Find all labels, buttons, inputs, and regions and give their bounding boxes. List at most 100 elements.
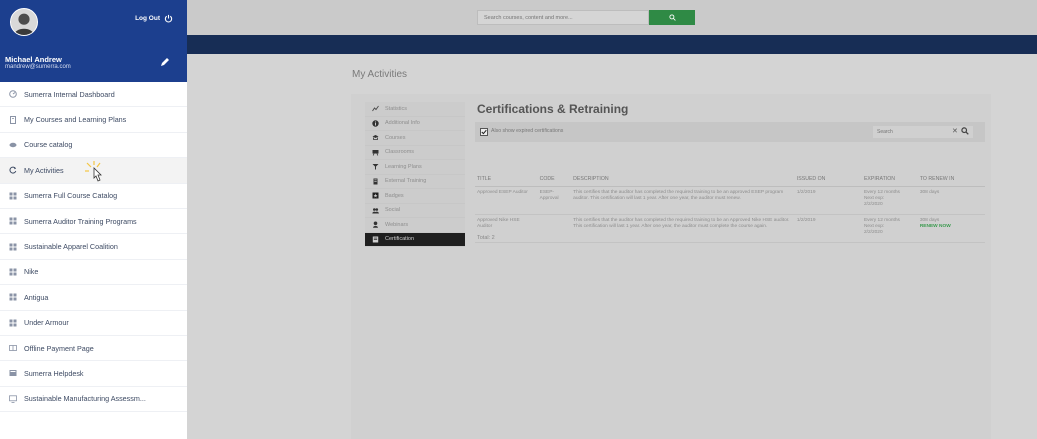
subnav-label: Learning Plans — [385, 163, 422, 170]
avatar[interactable] — [10, 8, 38, 36]
catalog-icon — [6, 141, 20, 149]
sidebar-item-label: Sumerra Full Course Catalog — [24, 191, 118, 201]
pencil-icon[interactable] — [160, 57, 170, 67]
user-name: Michael Andrew — [5, 55, 62, 64]
sidebar-nav: Sumerra Internal Dashboard My Courses an… — [0, 82, 187, 413]
sidebar-item-my-courses[interactable]: My Courses and Learning Plans — [0, 107, 187, 133]
learning-plan-icon — [370, 163, 380, 170]
column-header-description[interactable]: DESCRIPTION — [571, 172, 795, 187]
column-header-expiration[interactable]: EXPIRATION — [861, 172, 918, 187]
sidebar-item-label: Sustainable Apparel Coalition — [24, 242, 118, 252]
column-header-to-renew-in[interactable]: TO RENEW IN — [917, 172, 985, 187]
search-icon[interactable] — [961, 127, 969, 135]
grid-icon — [6, 319, 20, 327]
sidebar-item-label: Sustainable Manufacturing Assessm... — [24, 394, 146, 404]
sidebar-item-course-catalog[interactable]: Course catalog — [0, 133, 187, 159]
clear-search-icon[interactable]: ✕ — [952, 127, 958, 135]
sidebar-item-my-activities[interactable]: My Activities — [0, 158, 187, 184]
sidebar-item-label: Sumerra Helpdesk — [24, 368, 84, 378]
certification-search-input[interactable] — [873, 126, 973, 138]
sidebar-item-label: Sumerra Internal Dashboard — [24, 89, 115, 99]
grid-icon — [6, 243, 20, 251]
sidebar-item-label: My Courses and Learning Plans — [24, 115, 127, 125]
cell-code — [537, 214, 572, 243]
grid-icon — [6, 268, 20, 276]
global-search-input[interactable] — [477, 10, 649, 25]
payment-icon — [6, 344, 20, 352]
webinar-icon — [370, 221, 380, 229]
hand-pointer-icon — [85, 161, 102, 182]
subnav-label: Webinars — [385, 221, 409, 228]
activities-subnav: Statistics Additional Info Courses Class… — [365, 102, 465, 247]
subnav-label: External Training — [385, 178, 427, 185]
column-header-issued-on[interactable]: ISSUED ON — [794, 172, 862, 187]
sidebar: Log Out Michael Andrew mandrew@sumerra.c… — [0, 0, 187, 439]
tab-courses[interactable]: Courses — [365, 131, 465, 146]
sidebar-item-sustainable-manufacturing[interactable]: Sustainable Manufacturing Assessm... — [0, 387, 187, 413]
sidebar-item-label: Nike — [24, 267, 39, 277]
power-icon — [164, 14, 173, 23]
column-header-title[interactable]: TITLE — [475, 172, 538, 187]
tab-social[interactable]: Social — [365, 203, 465, 218]
badge-icon — [370, 192, 380, 199]
main-content: My Activities Statistics Additional Info… — [187, 54, 1037, 439]
tab-classrooms[interactable]: Classrooms — [365, 145, 465, 160]
sidebar-item-helpdesk[interactable]: Sumerra Helpdesk — [0, 361, 187, 387]
expiration-frequency: Every 12 months — [863, 189, 900, 195]
sidebar-item-offline-payment[interactable]: Offline Payment Page — [0, 336, 187, 362]
cell-expiration: Every 12 months Next exp: 2/2/2020 — [861, 214, 918, 243]
dashboard-icon — [6, 90, 20, 98]
top-bar — [187, 0, 1037, 35]
helpdesk-icon — [6, 369, 20, 377]
sidebar-item-dashboard[interactable]: Sumerra Internal Dashboard — [0, 82, 187, 108]
certifications-table: TITLE CODE DESCRIPTION ISSUED ON EXPIRAT… — [475, 172, 985, 243]
tab-webinars[interactable]: Webinars — [365, 218, 465, 233]
cell-description: This certifies that the auditor has comp… — [571, 186, 795, 215]
sidebar-item-auditor-training[interactable]: Sumerra Auditor Training Programs — [0, 209, 187, 235]
sidebar-item-full-course-catalog[interactable]: Sumerra Full Course Catalog — [0, 184, 187, 209]
tab-badges[interactable]: Badges — [365, 189, 465, 204]
tab-learning-plans[interactable]: Learning Plans — [365, 160, 465, 175]
cell-code: ESEP-Approval — [537, 186, 572, 215]
cell-issued-on: 1/2/2019 — [794, 186, 862, 215]
column-header-code[interactable]: CODE — [537, 172, 572, 187]
sidebar-item-sustainable-apparel[interactable]: Sustainable Apparel Coalition — [0, 234, 187, 260]
expiration-date: 2/2/2020 — [863, 229, 883, 235]
subnav-label: Certification — [385, 236, 415, 243]
sidebar-item-label: Sumerra Auditor Training Programs — [24, 216, 137, 226]
page-title: My Activities — [352, 69, 408, 80]
checkmark-icon — [481, 129, 487, 135]
logout-button[interactable]: Log Out — [135, 14, 173, 23]
social-icon — [370, 207, 380, 214]
subnav-label: Social — [385, 207, 400, 214]
sidebar-item-under-armour[interactable]: Under Armour — [0, 311, 187, 336]
filter-bar: Also show expired certifications ✕ — [475, 122, 985, 142]
tab-additional-info[interactable]: Additional Info — [365, 116, 465, 131]
show-expired-checkbox[interactable] — [480, 128, 488, 136]
cell-expiration: Every 12 months Next exp: 2/2/2020 — [861, 186, 918, 215]
show-expired-label: Also show expired certifications — [491, 128, 564, 134]
sidebar-item-antigua[interactable]: Antigua — [0, 285, 187, 311]
renew-in-value: 308 days — [919, 189, 940, 195]
sidebar-item-nike[interactable]: Nike — [0, 260, 187, 286]
subnav-label: Courses — [385, 134, 406, 141]
sidebar-item-label: Course catalog — [24, 140, 73, 150]
external-icon — [370, 178, 380, 185]
search-icon — [668, 14, 676, 21]
info-icon — [370, 120, 380, 127]
sidebar-item-label: Under Armour — [24, 318, 69, 328]
global-search-button[interactable] — [649, 10, 695, 25]
tab-external-training[interactable]: External Training — [365, 174, 465, 189]
subnav-label: Badges — [385, 192, 404, 199]
cell-to-renew-in: 308 days — [917, 186, 985, 215]
expiration-next-label: Next exp: — [863, 195, 885, 201]
grid-icon — [6, 293, 20, 301]
table-row: Approved ESEP Auditor ESEP-Approval This… — [475, 186, 985, 215]
tab-certification[interactable]: Certification — [365, 232, 465, 247]
renew-now-link[interactable]: RENEW NOW — [920, 224, 983, 230]
courses-icon — [370, 134, 380, 141]
expiration-next-label: Next exp: — [863, 223, 885, 229]
certification-icon — [370, 236, 380, 243]
sidebar-item-label: My Activities — [24, 165, 64, 175]
tab-statistics[interactable]: Statistics — [365, 102, 465, 117]
